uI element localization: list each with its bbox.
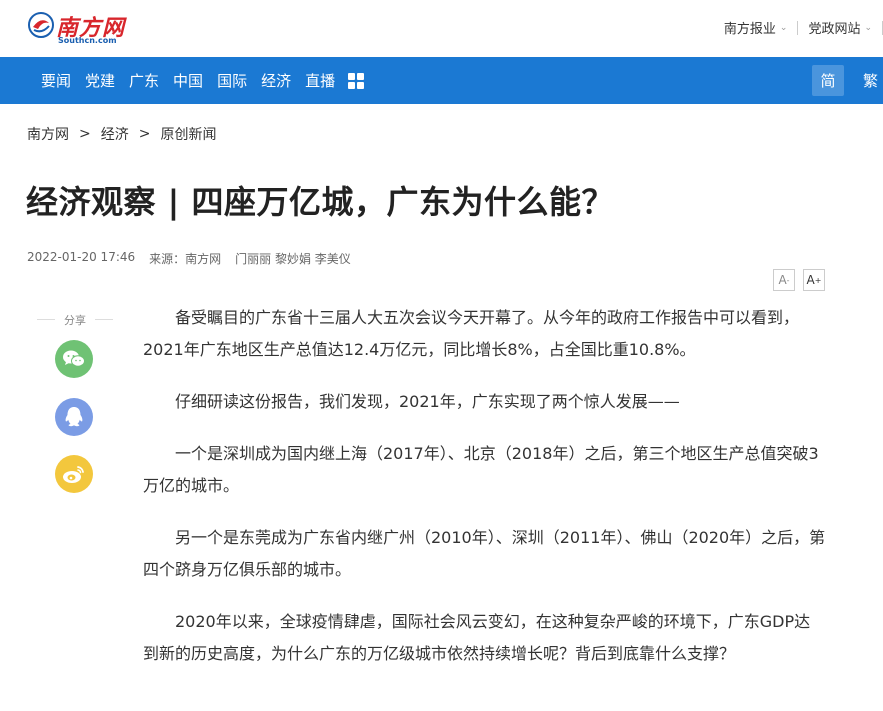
share-wechat-button[interactable]: [55, 340, 93, 378]
top-links: 南方报业 ⌄ 党政网站 ⌄: [714, 18, 883, 37]
breadcrumb: 南方网 > 经济 > 原创新闻: [27, 124, 216, 144]
chevron-down-icon: ⌄: [779, 22, 788, 33]
article-paragraph: 2020年以来，全球疫情肆虐，国际社会风云变幻，在这种复杂严峻的环境下，广东GD…: [143, 612, 811, 663]
font-decrease-button[interactable]: A-: [773, 269, 795, 291]
main-nav: 要闻 党建 广东 中国 国际 经济 直播 简 繁: [0, 57, 883, 104]
article-paragraph: 另一个是东莞成为广东省内继广州（2010年）、深圳（2011年）、佛山（2020…: [143, 528, 826, 579]
publish-time: 2022-01-20 17:46: [27, 250, 136, 264]
minus-icon: -: [786, 275, 790, 285]
article-paragraph: 仔细研读这份报告，我们发现，2021年，广东实现了两个惊人发展——: [175, 392, 680, 411]
breadcrumb-original-news[interactable]: 原创新闻: [160, 124, 216, 144]
link-dangzheng-sites[interactable]: 党政网站 ⌄: [798, 18, 882, 37]
weibo-icon: [63, 466, 84, 483]
article-paragraph: 一个是深圳成为国内继上海（2017年）、北京（2018年）之后，第三个地区生产总…: [143, 444, 819, 495]
nav-item-guoji[interactable]: 国际: [210, 70, 254, 91]
nav-item-yaowen[interactable]: 要闻: [34, 70, 78, 91]
link-label: 南方报业: [723, 22, 776, 37]
plus-icon: +: [814, 275, 822, 285]
share-weibo-button[interactable]: [55, 455, 93, 493]
share-header: 分享: [37, 311, 113, 327]
breadcrumb-separator: >: [79, 126, 91, 142]
nav-item-zhongguo[interactable]: 中国: [166, 70, 210, 91]
font-increase-label: A: [806, 273, 815, 287]
nav-item-zhibo[interactable]: 直播: [298, 70, 342, 91]
nav-item-dangjian[interactable]: 党建: [78, 70, 122, 91]
southcn-logo[interactable]: 南方网 Southcn.com: [28, 10, 128, 48]
article-title: 经济观察 | 四座万亿城，广东为什么能？: [26, 183, 614, 221]
divider: [95, 319, 113, 320]
link-label: 党政网站: [808, 22, 861, 37]
breadcrumb-separator: >: [138, 126, 151, 142]
nav-item-jingji[interactable]: 经济: [254, 70, 298, 91]
article-authors: 门丽丽 黎妙娟 李美仪: [235, 252, 351, 266]
font-decrease-label: A: [778, 273, 787, 287]
logo-domain: Southcn.com: [58, 36, 117, 45]
grid-menu-icon[interactable]: [348, 72, 365, 89]
traditional-chinese-button[interactable]: 繁: [858, 65, 883, 96]
font-increase-button[interactable]: A +: [803, 269, 825, 291]
article-meta: 2022-01-20 17:46 来源：南方网 门丽丽 黎妙娟 李美仪: [27, 250, 365, 267]
breadcrumb-home[interactable]: 南方网: [27, 124, 69, 144]
wechat-icon: [63, 350, 85, 367]
breadcrumb-economy[interactable]: 经济: [101, 124, 129, 144]
share-qq-button[interactable]: [55, 398, 93, 436]
qq-icon: [65, 407, 83, 427]
simplified-chinese-button[interactable]: 简: [812, 65, 844, 96]
top-header: 南方网 Southcn.com 南方报业 ⌄ 党政网站 ⌄: [0, 0, 883, 57]
share-label: 分享: [64, 314, 86, 327]
link-nanfang-baoye[interactable]: 南方报业 ⌄: [714, 18, 798, 37]
chevron-down-icon: ⌄: [864, 22, 872, 33]
article-body: 备受瞩目的广东省十三届人大五次会议今天开幕了。从今年的政府工作报告中可以看到，2…: [143, 302, 826, 690]
logo-mark-icon: [28, 12, 54, 38]
article-source: 来源：南方网: [149, 252, 222, 266]
nav-items: 要闻 党建 广东 中国 国际 经济 直播: [34, 57, 365, 104]
nav-item-guangdong[interactable]: 广东: [122, 70, 166, 91]
article-paragraph: 备受瞩目的广东省十三届人大五次会议今天开幕了。从今年的政府工作报告中可以看到，2…: [143, 308, 800, 359]
